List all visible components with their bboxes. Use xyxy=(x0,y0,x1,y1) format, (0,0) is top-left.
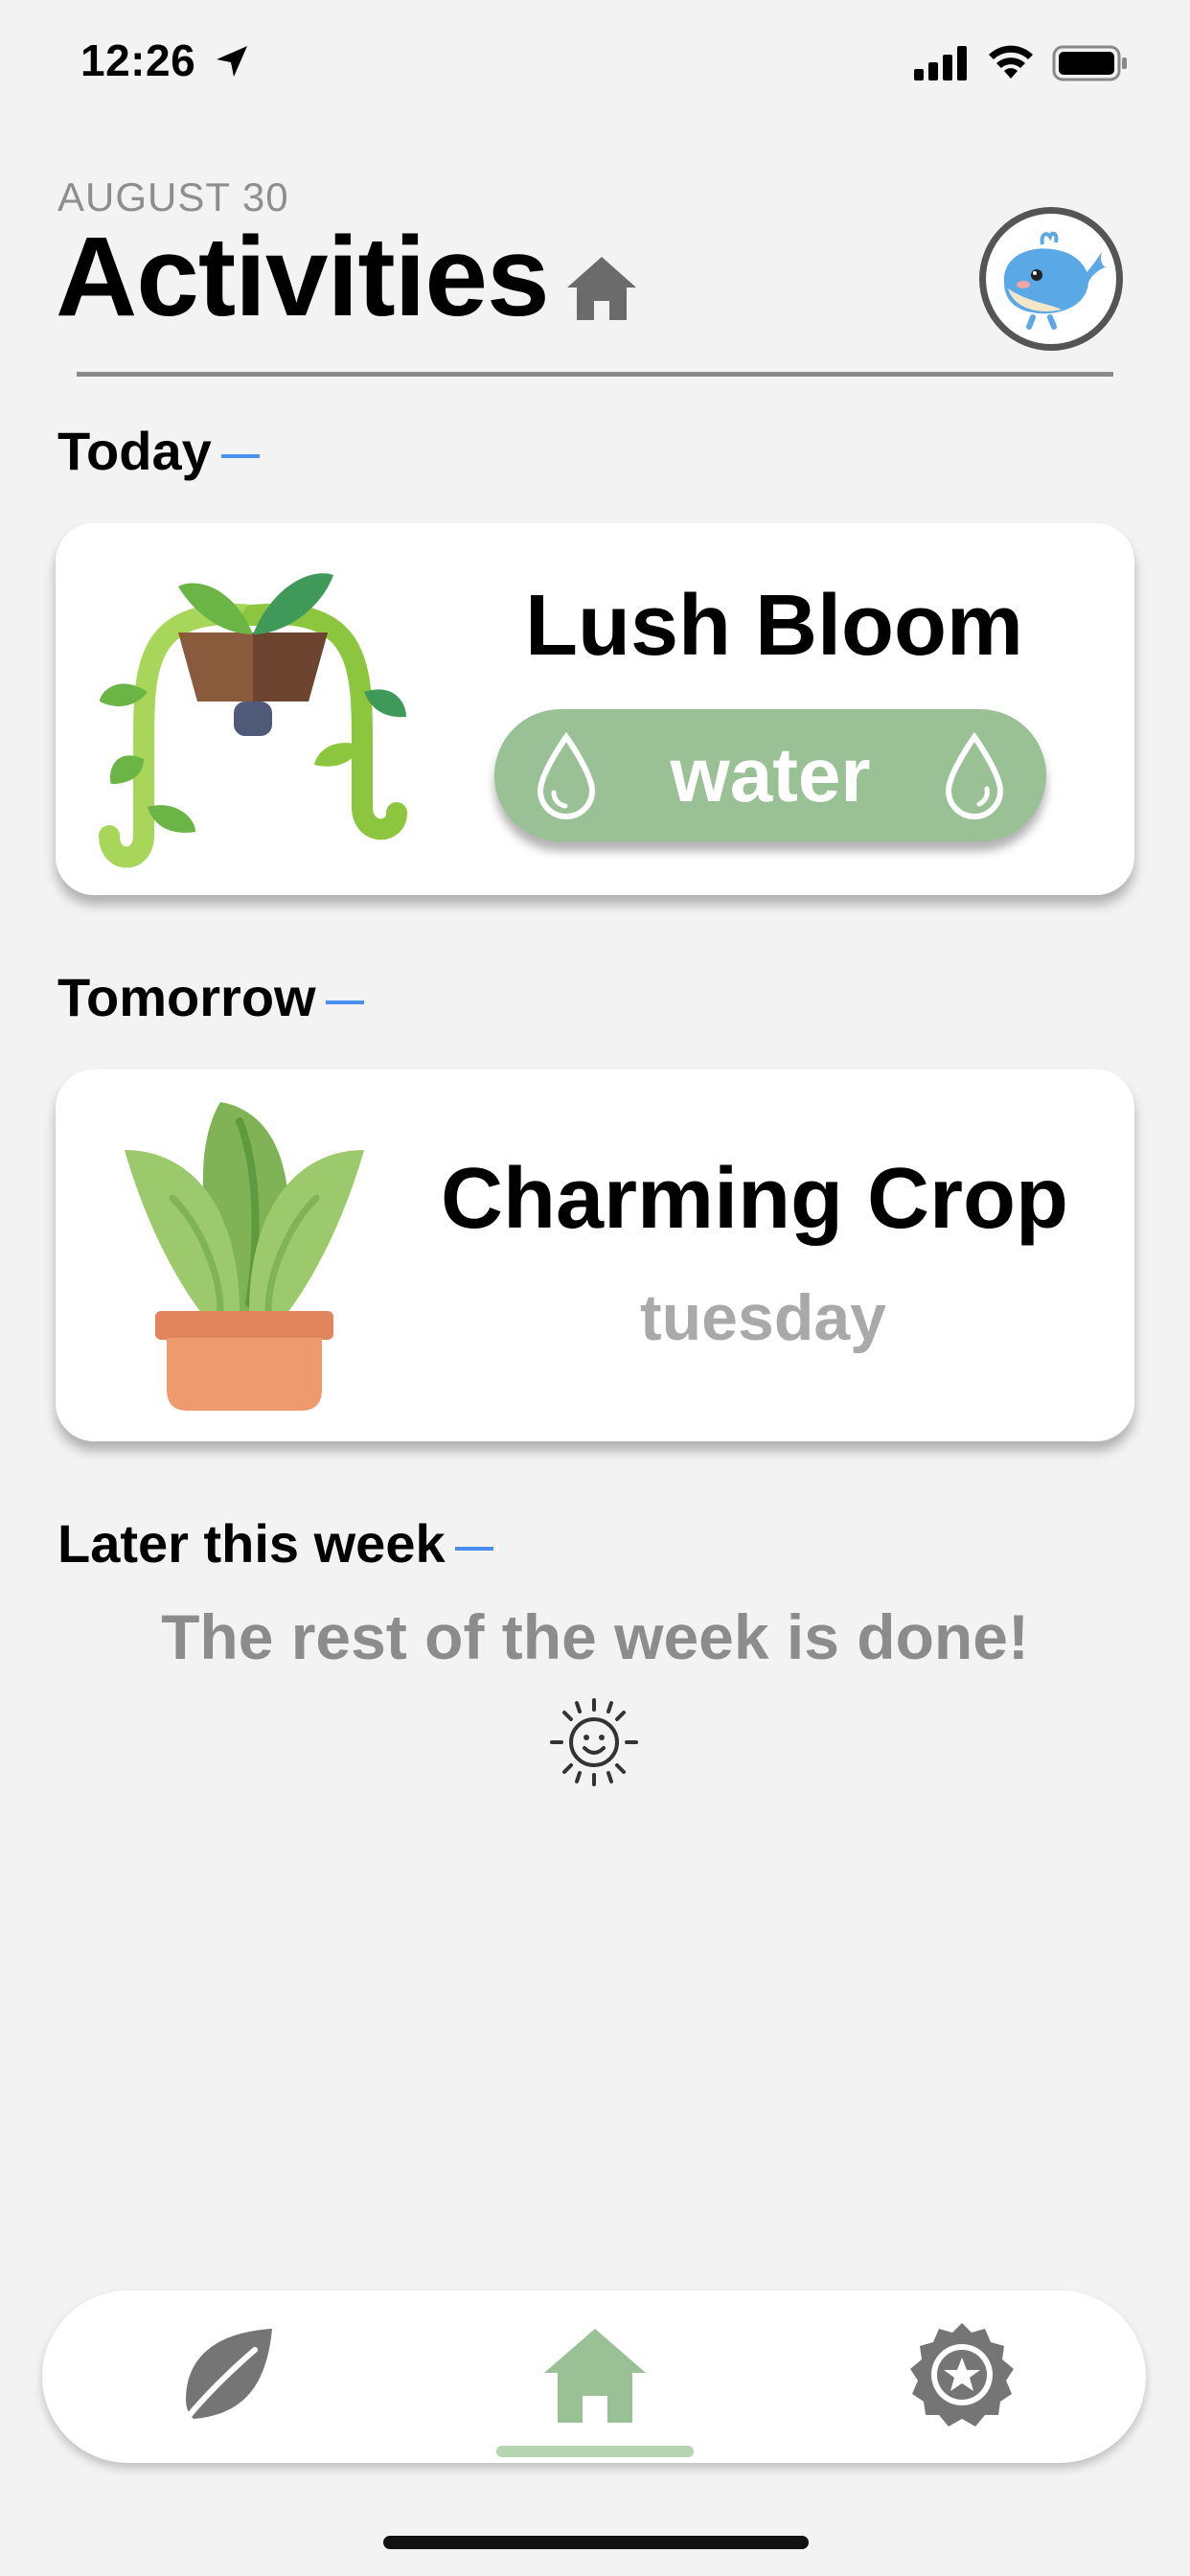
week-done-message: The rest of the week is done! xyxy=(161,1601,1029,1672)
whale-avatar-icon xyxy=(1003,231,1106,330)
wifi-icon xyxy=(989,45,1033,79)
section-tomorrow-label: Tomorrow xyxy=(57,967,316,1027)
home-icon[interactable] xyxy=(542,2323,648,2428)
badge-star-icon[interactable] xyxy=(908,2321,1016,2428)
today-plant-name: Lush Bloom xyxy=(525,578,1023,674)
signal-icon xyxy=(914,46,967,80)
section-tomorrow: Tomorrow xyxy=(57,966,364,1028)
page-title: Activities xyxy=(56,214,550,340)
section-today: Today xyxy=(57,420,260,482)
section-later-label: Later this week xyxy=(57,1513,446,1574)
section-dash xyxy=(325,1000,364,1004)
water-drop-icon xyxy=(945,731,1003,819)
water-button[interactable]: water xyxy=(494,709,1046,841)
status-time: 12:26 xyxy=(80,35,196,85)
home-icon xyxy=(567,257,636,320)
active-tab-indicator xyxy=(496,2446,694,2457)
battery-icon xyxy=(1052,45,1127,81)
tomorrow-plant-name: Charming Crop xyxy=(441,1151,1069,1247)
section-later-this-week: Later this week xyxy=(57,1512,493,1575)
header-divider xyxy=(77,372,1113,377)
smiling-sun-icon xyxy=(550,1698,638,1786)
tomorrow-day-label: tuesday xyxy=(640,1281,886,1354)
profile-avatar[interactable] xyxy=(979,207,1123,351)
section-dash xyxy=(220,453,260,458)
potted-plant-icon xyxy=(125,1102,364,1411)
water-button-label: water xyxy=(670,732,871,817)
location-arrow-icon xyxy=(217,46,247,77)
hanging-plant-icon xyxy=(99,573,407,868)
section-dash xyxy=(454,1546,493,1551)
leaf-icon[interactable] xyxy=(172,2323,280,2430)
home-indicator-bar xyxy=(383,2536,809,2549)
water-drop-icon xyxy=(537,731,596,819)
section-today-label: Today xyxy=(57,421,212,481)
